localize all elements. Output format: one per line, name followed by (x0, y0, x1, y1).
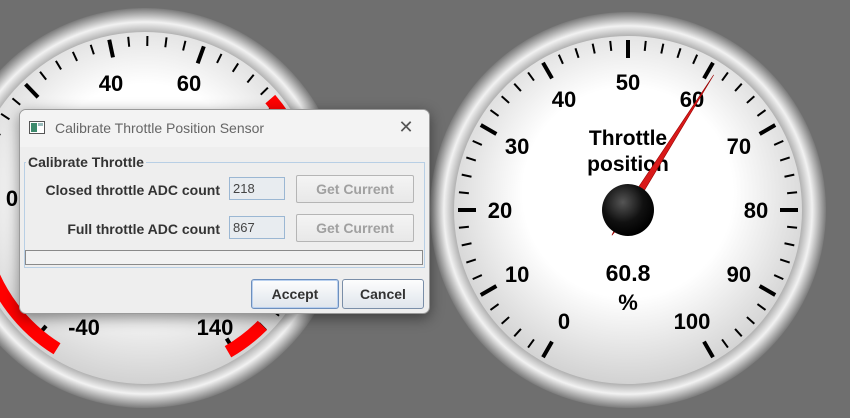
get-current-full-button[interactable]: Get Current (296, 214, 414, 242)
tick-label-10: 10 (505, 262, 529, 287)
tick-label-20: 20 (488, 198, 512, 223)
tick-label-0: 0 (558, 309, 570, 334)
tick-label-30: 30 (505, 134, 529, 159)
left-tick-label-0: 0 (6, 186, 18, 211)
tick-label-80: 80 (744, 198, 768, 223)
accept-button[interactable]: Accept (251, 279, 339, 309)
minor-tick (643, 40, 647, 51)
tick-label-70: 70 (727, 134, 751, 159)
calibrate-dialog: Calibrate Throttle Position Sensor ✕ Cal… (19, 109, 430, 314)
app-icon (29, 121, 45, 134)
tick-label-40: 40 (552, 87, 576, 112)
left-tick-label-60: 60 (177, 71, 201, 96)
left-minor-tick (164, 37, 168, 48)
minor-tick (787, 191, 798, 195)
closed-throttle-label: Closed throttle ADC count (45, 182, 220, 198)
gauge-unit: % (618, 290, 638, 315)
throttle-gauge: 0102030405060708090100 Throttle position… (430, 12, 826, 408)
minor-tick (458, 225, 469, 229)
group-label: Calibrate Throttle (28, 154, 144, 170)
cancel-button[interactable]: Cancel (342, 279, 424, 309)
tick-label-90: 90 (727, 262, 751, 287)
calibration-progress-bar (25, 250, 423, 265)
minor-tick (787, 225, 798, 229)
minor-tick (458, 191, 469, 195)
left-minor-tick (127, 36, 131, 47)
left-tick-label-40: 40 (99, 71, 123, 96)
gauge-title-line1: Throttle (589, 127, 667, 150)
tick-label-50: 50 (616, 70, 640, 95)
tick-label-100: 100 (674, 309, 711, 334)
left-tick-label-140: 140 (197, 315, 234, 340)
gauge-value-readout: 60.8 (606, 260, 651, 286)
full-throttle-field[interactable]: 867 (229, 216, 285, 239)
left-tick-label-neg40: -40 (68, 315, 100, 340)
close-icon[interactable]: ✕ (395, 116, 417, 138)
gauge-hub (602, 184, 654, 236)
full-throttle-label: Full throttle ADC count (67, 221, 220, 237)
dialog-title: Calibrate Throttle Position Sensor (55, 120, 265, 136)
get-current-closed-button[interactable]: Get Current (296, 175, 414, 203)
closed-throttle-field[interactable]: 218 (229, 177, 285, 200)
dialog-titlebar[interactable]: Calibrate Throttle Position Sensor ✕ (20, 110, 429, 147)
minor-tick (609, 40, 613, 51)
